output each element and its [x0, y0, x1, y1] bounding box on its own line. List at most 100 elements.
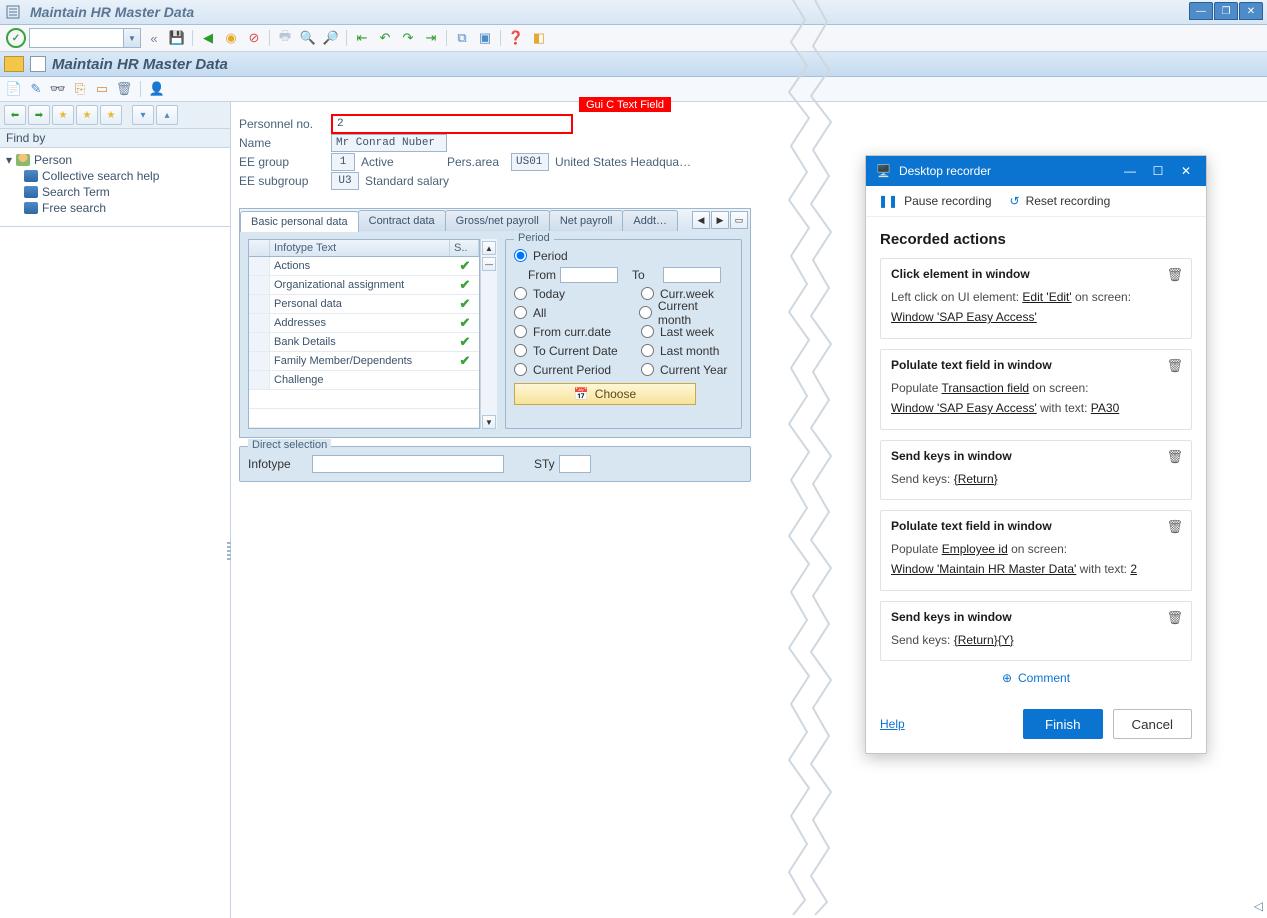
delete-action-icon[interactable]: 🗑 — [1166, 610, 1183, 626]
tree-node-search-term[interactable]: Search Term — [6, 184, 224, 200]
action-link[interactable]: Transaction field — [942, 381, 1030, 395]
tab-additional[interactable]: Addt… — [622, 210, 678, 231]
to-field[interactable] — [663, 267, 721, 283]
delete-action-icon[interactable]: 🗑 — [1166, 449, 1183, 465]
table-row[interactable]: Challenge — [249, 371, 479, 390]
delete-action-icon[interactable]: 🗑 — [1166, 358, 1183, 374]
edit-icon[interactable]: ✎ — [28, 81, 44, 97]
nav-back-button[interactable]: ⬅ — [4, 105, 26, 125]
nav-forward-button[interactable]: ➡ — [28, 105, 50, 125]
radio-period[interactable] — [514, 249, 527, 262]
find-next-icon[interactable]: 🔎 — [321, 28, 341, 48]
cancel-button[interactable]: Cancel — [1113, 709, 1193, 739]
action-link[interactable]: Window 'SAP Easy Access' — [891, 401, 1037, 415]
delete-action-icon[interactable]: 🗑 — [1166, 519, 1183, 535]
tab-net-payroll[interactable]: Net payroll — [549, 210, 624, 231]
print-icon[interactable]: 🖶 — [275, 28, 295, 48]
delete-action-icon[interactable]: 🗑 — [1166, 267, 1183, 283]
app-menu-icon[interactable] — [6, 5, 20, 19]
first-page-icon[interactable]: ⇤ — [352, 28, 372, 48]
tree-node-collective-search[interactable]: Collective search help — [6, 168, 224, 184]
radio-curr-period[interactable] — [514, 363, 527, 376]
radio-all[interactable] — [514, 306, 527, 319]
recorder-close[interactable]: ✕ — [1176, 164, 1196, 178]
help-icon[interactable]: ❓ — [506, 28, 526, 48]
finish-button[interactable]: Finish — [1023, 709, 1103, 739]
radio-from-curr[interactable] — [514, 325, 527, 338]
radio-curr-week[interactable] — [641, 287, 654, 300]
shortcut-icon[interactable]: ▣ — [475, 28, 495, 48]
action-link[interactable]: Window 'Maintain HR Master Data' — [891, 562, 1076, 576]
choose-button[interactable]: 📅 Choose — [514, 383, 696, 405]
radio-today[interactable] — [514, 287, 527, 300]
personnel-no-field[interactable]: 2 — [331, 114, 573, 134]
next-page-icon[interactable]: ↷ — [398, 28, 418, 48]
copy-icon[interactable]: ⎘ — [72, 81, 88, 97]
scroll-down-icon[interactable]: ▼ — [482, 415, 496, 429]
window-close[interactable]: ✕ — [1239, 2, 1263, 20]
prev-page-icon[interactable]: ↶ — [375, 28, 395, 48]
save-icon[interactable]: 💾 — [167, 28, 187, 48]
window-restore[interactable]: ❐ — [1214, 2, 1238, 20]
window-minimize[interactable]: — — [1189, 2, 1213, 20]
action-link[interactable]: Window 'SAP Easy Access' — [891, 310, 1037, 324]
new-session-icon[interactable]: ⧉ — [452, 28, 472, 48]
glasses-icon[interactable]: 👓 — [50, 81, 66, 97]
doc-create-icon[interactable]: 📄 — [6, 81, 22, 97]
delimit-icon[interactable]: ▭ — [94, 81, 110, 97]
table-row[interactable]: Personal data✔ — [249, 295, 479, 314]
pause-recording-button[interactable]: ❚❚Pause recording — [878, 194, 992, 208]
layout-icon[interactable]: ◧ — [529, 28, 549, 48]
table-row[interactable]: Family Member/Dependents✔ — [249, 352, 479, 371]
back-icon[interactable]: ◀ — [198, 28, 218, 48]
action-link[interactable]: PA30 — [1091, 401, 1119, 415]
sty-field[interactable] — [559, 455, 591, 473]
splitter-handle[interactable] — [227, 511, 235, 591]
scroll-line-icon[interactable]: — — [482, 257, 496, 271]
infotype-field[interactable] — [312, 455, 504, 473]
back-chevrons-icon[interactable]: « — [144, 28, 164, 48]
tree-node-free-search[interactable]: Free search — [6, 200, 224, 216]
last-page-icon[interactable]: ⇥ — [421, 28, 441, 48]
reset-recording-button[interactable]: ↺Reset recording — [1010, 194, 1111, 208]
exit-icon[interactable]: ◉ — [221, 28, 241, 48]
delete-icon[interactable]: 🗑 — [116, 81, 132, 97]
radio-last-week[interactable] — [641, 325, 654, 338]
action-link[interactable]: {Return}{Y} — [954, 633, 1014, 647]
tab-contract-data[interactable]: Contract data — [358, 210, 446, 231]
overview-icon[interactable]: 👤 — [149, 81, 165, 97]
fav-del-button[interactable]: ★ — [100, 105, 122, 125]
collapse-button[interactable]: ▴ — [156, 105, 178, 125]
action-link[interactable]: Employee id — [942, 542, 1008, 556]
tab-basic-personal-data[interactable]: Basic personal data — [240, 211, 359, 232]
tree-node-person[interactable]: ▾ Person — [6, 152, 224, 168]
action-link[interactable]: {Return} — [954, 472, 998, 486]
tab-list-button[interactable]: ▭ — [730, 211, 748, 229]
table-row[interactable]: Bank Details✔ — [249, 333, 479, 352]
command-field[interactable]: ▼ — [29, 28, 141, 48]
chevron-down-icon[interactable]: ▼ — [123, 29, 140, 47]
radio-curr-year[interactable] — [641, 363, 654, 376]
recorder-minimize[interactable]: — — [1120, 164, 1140, 178]
tab-gross-net-payroll[interactable]: Gross/net payroll — [445, 210, 550, 231]
recorder-maximize[interactable]: ☐ — [1148, 164, 1168, 178]
add-comment-button[interactable]: ⊕ Comment — [880, 671, 1192, 685]
table-row[interactable]: Actions✔ — [249, 257, 479, 276]
action-link[interactable]: 2 — [1130, 562, 1137, 576]
scroll-up-icon[interactable]: ▲ — [482, 241, 496, 255]
expand-button[interactable]: ▾ — [132, 105, 154, 125]
from-field[interactable] — [560, 267, 618, 283]
help-link[interactable]: Help — [880, 717, 905, 731]
tab-scroll-left[interactable]: ◀ — [692, 211, 710, 229]
radio-last-month[interactable] — [641, 344, 654, 357]
fav-add-button[interactable]: ★ — [52, 105, 74, 125]
enter-icon[interactable]: ✓ — [6, 28, 26, 48]
tab-scroll-right[interactable]: ▶ — [711, 211, 729, 229]
grid-scrollbar[interactable]: ▲ — ▼ — [480, 239, 497, 429]
find-icon[interactable]: 🔍 — [298, 28, 318, 48]
cancel-icon[interactable]: ⊘ — [244, 28, 264, 48]
tree-expander-icon[interactable]: ▾ — [6, 153, 12, 167]
radio-to-curr[interactable] — [514, 344, 527, 357]
radio-curr-month[interactable] — [639, 306, 652, 319]
fav-list-button[interactable]: ★ — [76, 105, 98, 125]
